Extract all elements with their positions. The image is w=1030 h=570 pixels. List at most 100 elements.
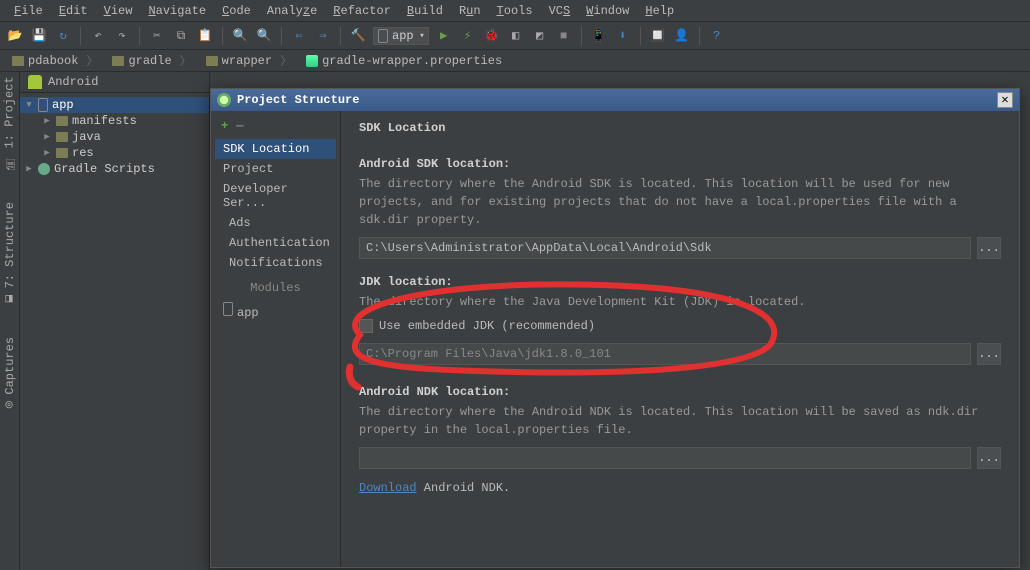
save-icon[interactable]: 💾 <box>30 27 48 45</box>
sync-icon[interactable]: ↻ <box>54 27 72 45</box>
download-ndk-link[interactable]: Download <box>359 481 417 495</box>
tree-manifests[interactable]: ▶manifests <box>20 113 209 129</box>
folder-icon <box>12 56 24 66</box>
dialog-titlebar[interactable]: Project Structure ✕ <box>211 89 1019 111</box>
android-icon <box>28 75 42 89</box>
nav-authentication[interactable]: Authentication <box>215 233 336 253</box>
stop-icon[interactable]: ■ <box>555 27 573 45</box>
nav-modules-header: Modules <box>215 277 336 299</box>
avd-icon[interactable]: 📱 <box>590 27 608 45</box>
menu-edit[interactable]: Edit <box>53 2 94 20</box>
gutter-structure[interactable]: ◧7: Structure <box>3 202 17 306</box>
sdk-icon[interactable]: ⬇ <box>614 27 632 45</box>
add-button[interactable]: + <box>221 119 228 133</box>
project-structure-dialog: Project Structure ✕ + — SDK Location Pro… <box>210 88 1020 568</box>
crumb-gradle[interactable]: gradle <box>106 51 197 70</box>
undo-icon[interactable]: ↶ <box>89 27 107 45</box>
close-button[interactable]: ✕ <box>997 92 1013 108</box>
menu-navigate[interactable]: Navigate <box>142 2 212 20</box>
nav-developer-services[interactable]: Developer Ser... <box>215 179 336 213</box>
run-config-combo[interactable]: app <box>373 27 429 45</box>
run-icon[interactable]: ▶ <box>435 27 453 45</box>
sdk-path-row: ... <box>359 237 1001 259</box>
copy-icon[interactable]: ⧉ <box>172 27 190 45</box>
tree-label: java <box>72 130 101 144</box>
dialog-nav: + — SDK Location Project Developer Ser..… <box>211 111 341 567</box>
separator <box>340 27 341 45</box>
nav-label: app <box>237 306 259 320</box>
menu-run[interactable]: Run <box>453 2 487 20</box>
separator <box>222 27 223 45</box>
profile-icon[interactable]: ◧ <box>507 27 525 45</box>
project-tree: ▼app ▶manifests ▶java ▶res ▶Gradle Scrip… <box>20 93 209 181</box>
nav-module-app[interactable]: app <box>215 299 336 323</box>
embedded-jdk-checkbox[interactable] <box>359 319 373 333</box>
separator <box>581 27 582 45</box>
menu-view[interactable]: View <box>98 2 139 20</box>
nav-project[interactable]: Project <box>215 159 336 179</box>
project-tool-window: Android ▼app ▶manifests ▶java ▶res ▶Grad… <box>20 72 210 570</box>
gradle-icon <box>38 163 50 175</box>
menu-help[interactable]: Help <box>639 2 680 20</box>
menu-analyze[interactable]: Analyze <box>261 2 323 20</box>
forward-icon[interactable]: ⇒ <box>314 27 332 45</box>
tree-gradle-scripts[interactable]: ▶Gradle Scripts <box>20 161 209 177</box>
ndk-tail-text: Android NDK. <box>417 481 511 495</box>
menu-file[interactable]: File <box>8 2 49 20</box>
cut-icon[interactable]: ✂ <box>148 27 166 45</box>
folder-icon <box>112 56 124 66</box>
content-heading: SDK Location <box>359 121 1001 135</box>
structure-icon[interactable]: 🔲 <box>649 27 667 45</box>
separator <box>699 27 700 45</box>
menu-refactor[interactable]: Refactor <box>327 2 397 20</box>
project-view-label: Android <box>48 75 98 89</box>
ndk-download-row: Download Android NDK. <box>359 481 1001 495</box>
menu-tools[interactable]: Tools <box>491 2 539 20</box>
apply-changes-icon[interactable]: ⚡ <box>459 27 477 45</box>
help-icon[interactable]: ? <box>708 27 726 45</box>
paste-icon[interactable]: 📋 <box>196 27 214 45</box>
remove-button[interactable]: — <box>236 119 243 133</box>
sdk-location-label: Android SDK location: <box>359 157 1001 171</box>
tree-app[interactable]: ▼app <box>20 97 209 113</box>
genymotion-icon[interactable]: 👤 <box>673 27 691 45</box>
crumb-file[interactable]: gradle-wrapper.properties <box>300 53 516 69</box>
tree-label: app <box>52 98 74 112</box>
sdk-path-input[interactable] <box>359 237 971 259</box>
jdk-browse-button[interactable]: ... <box>977 343 1001 365</box>
menu-code[interactable]: Code <box>216 2 257 20</box>
tree-java[interactable]: ▶java <box>20 129 209 145</box>
menu-build[interactable]: Build <box>401 2 449 20</box>
make-icon[interactable]: 🔨 <box>349 27 367 45</box>
back-icon[interactable]: ⇐ <box>290 27 308 45</box>
tree-res[interactable]: ▶res <box>20 145 209 161</box>
breadcrumb-bar: pdabook gradle wrapper gradle-wrapper.pr… <box>0 50 1030 72</box>
attach-icon[interactable]: ◩ <box>531 27 549 45</box>
replace-icon[interactable]: 🔍 <box>255 27 273 45</box>
debug-icon[interactable]: 🐞 <box>483 27 501 45</box>
project-header[interactable]: Android <box>20 72 209 93</box>
tree-label: Gradle Scripts <box>54 162 155 176</box>
crumb-root[interactable]: pdabook <box>6 51 104 70</box>
crumb-wrapper[interactable]: wrapper <box>200 51 298 70</box>
redo-icon[interactable]: ↷ <box>113 27 131 45</box>
jdk-path-input[interactable] <box>359 343 971 365</box>
menu-window[interactable]: Window <box>580 2 635 20</box>
dialog-body: + — SDK Location Project Developer Ser..… <box>211 111 1019 567</box>
crumb-label: pdabook <box>28 54 78 68</box>
nav-notifications[interactable]: Notifications <box>215 253 336 273</box>
ndk-browse-button[interactable]: ... <box>977 447 1001 469</box>
ndk-path-input[interactable] <box>359 447 971 469</box>
sdk-browse-button[interactable]: ... <box>977 237 1001 259</box>
nav-ads[interactable]: Ads <box>215 213 336 233</box>
menu-vcs[interactable]: VCS <box>543 2 577 20</box>
toolbar: 📂 💾 ↻ ↶ ↷ ✂ ⧉ 📋 🔍 🔍 ⇐ ⇒ 🔨 app ▶ ⚡ 🐞 ◧ ◩ … <box>0 22 1030 50</box>
tree-label: res <box>72 146 94 160</box>
nav-sdk-location[interactable]: SDK Location <box>215 139 336 159</box>
gradle-file-icon <box>306 55 318 67</box>
find-icon[interactable]: 🔍 <box>231 27 249 45</box>
open-icon[interactable]: 📂 <box>6 27 24 45</box>
gutter-captures[interactable]: ◎Captures <box>3 337 17 413</box>
separator <box>281 27 282 45</box>
gutter-project[interactable]: 🗎1: Project <box>0 76 20 172</box>
